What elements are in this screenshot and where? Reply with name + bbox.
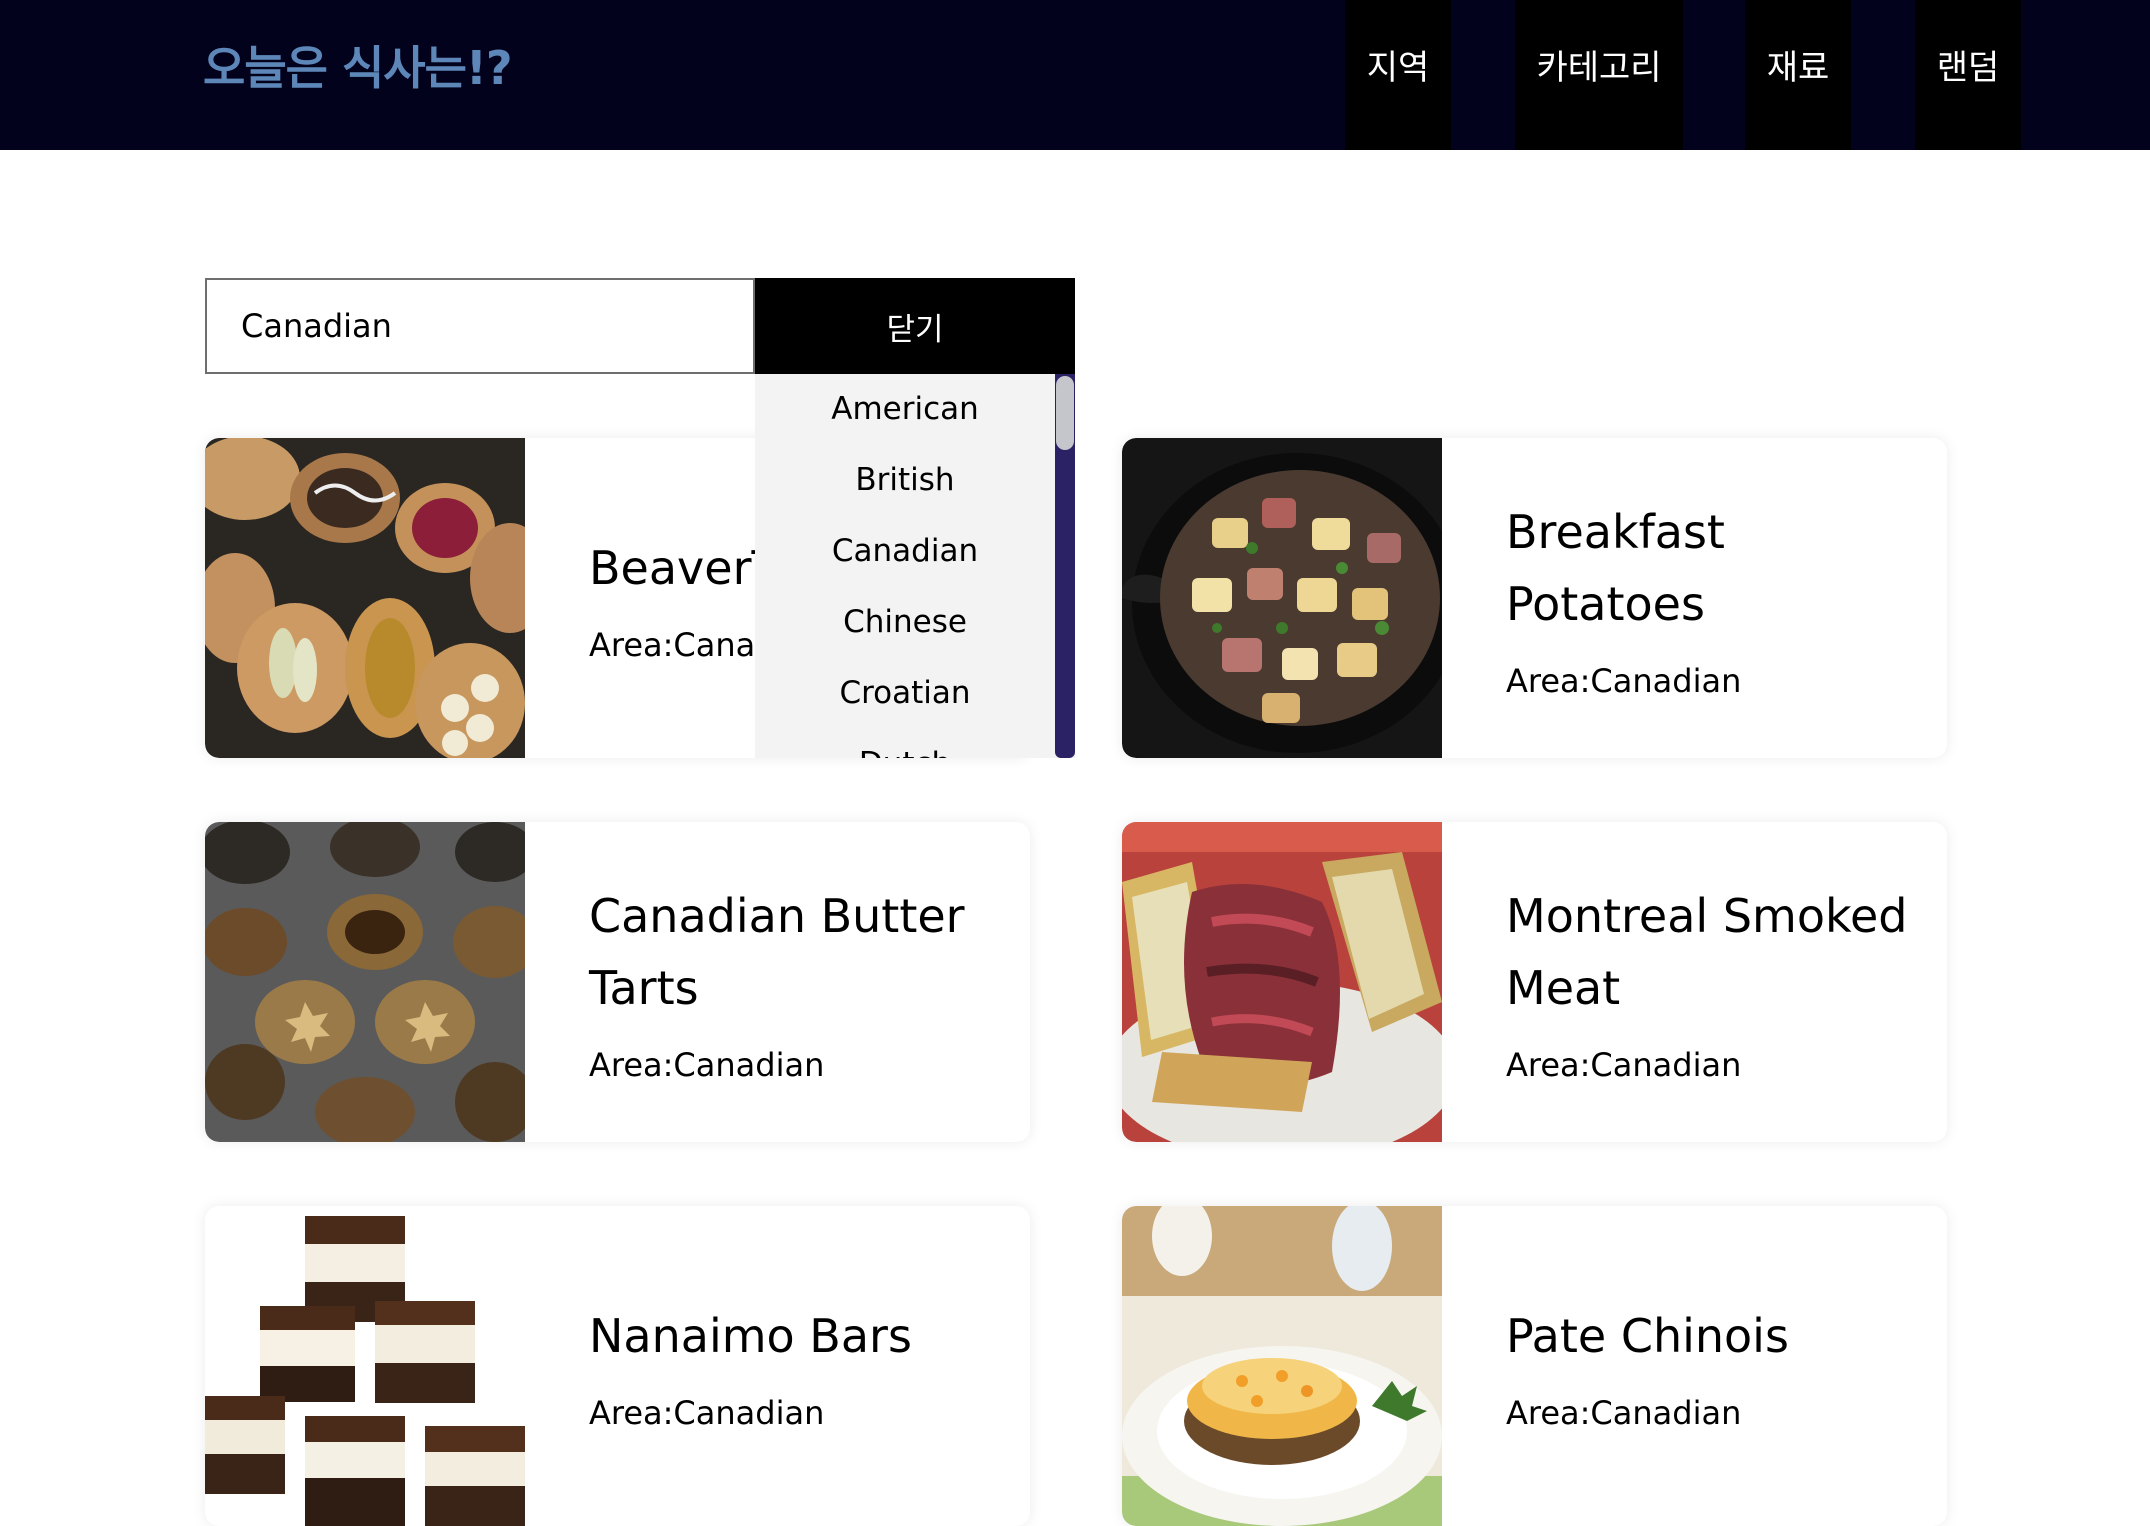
meal-card[interactable]: Breakfast Potatoes Area:Canadian (1122, 438, 1947, 758)
area-label: Area: (1506, 1394, 1591, 1432)
close-dropdown-button[interactable]: 닫기 (755, 278, 1075, 374)
dropdown-scrollbar[interactable] (1055, 374, 1075, 758)
area-dropdown: American British Canadian Chinese Croati… (755, 374, 1075, 758)
meal-card[interactable]: Pate Chinois Area:Canadian (1122, 1206, 1947, 1526)
meal-info: Pate Chinois Area:Canadian (1506, 1206, 1926, 1526)
butter-tarts-photo (205, 822, 525, 1142)
area-option[interactable]: British (755, 445, 1055, 516)
area-label: Area: (589, 626, 674, 664)
nav-item-category[interactable]: 카테고리 (1515, 0, 1683, 150)
meal-area: Area:Canadian (1506, 662, 1926, 700)
meal-area: Area:Canadian (1506, 1394, 1926, 1432)
area-option[interactable]: Croatian (755, 658, 1055, 729)
area-option[interactable]: Chinese (755, 587, 1055, 658)
meal-title[interactable]: Canadian Butter Tarts (589, 880, 1009, 1024)
area-value: Canadian (1590, 662, 1742, 700)
area-label: Area: (589, 1394, 674, 1432)
meal-title[interactable]: Breakfast Potatoes (1506, 496, 1926, 640)
scrollbar-thumb[interactable] (1056, 376, 1074, 450)
area-option[interactable]: American (755, 374, 1055, 445)
meal-title[interactable]: Pate Chinois (1506, 1300, 1926, 1372)
nanaimo-bars-photo (205, 1206, 525, 1526)
meal-thumbnail (205, 438, 525, 758)
top-nav-bar: 오늘은 식사는!? 지역 카테고리 재료 랜덤 (0, 0, 2150, 150)
meal-title[interactable]: Montreal Smoked Meat (1506, 880, 1926, 1024)
meal-info: Nanaimo Bars Area:Canadian (589, 1206, 1009, 1526)
meal-title[interactable]: Nanaimo Bars (589, 1300, 1009, 1372)
area-value: Canadian (1590, 1394, 1742, 1432)
area-label: Area: (1506, 1046, 1591, 1084)
site-logo[interactable]: 오늘은 식사는!? (203, 36, 513, 100)
pate-chinois-photo (1122, 1206, 1442, 1526)
area-option-list: American British Canadian Chinese Croati… (755, 374, 1055, 758)
meal-thumbnail (1122, 1206, 1442, 1526)
meal-thumbnail (1122, 822, 1442, 1142)
area-search-input[interactable] (205, 278, 755, 374)
area-value: Canadian (1590, 1046, 1742, 1084)
area-value: Canadian (673, 1394, 825, 1432)
meal-info: Canadian Butter Tarts Area:Canadian (589, 822, 1009, 1142)
smoked-meat-photo (1122, 822, 1442, 1142)
meal-info: Breakfast Potatoes Area:Canadian (1506, 438, 1926, 758)
area-option[interactable]: Canadian (755, 516, 1055, 587)
nav-item-ingredient[interactable]: 재료 (1745, 0, 1851, 150)
nav-item-random[interactable]: 랜덤 (1915, 0, 2021, 150)
beavertails-photo (205, 438, 525, 758)
meal-area: Area:Canadian (589, 1394, 1009, 1432)
area-label: Area: (1506, 662, 1591, 700)
meal-card[interactable]: Canadian Butter Tarts Area:Canadian (205, 822, 1030, 1142)
area-value: Canadian (673, 1046, 825, 1084)
meal-thumbnail (205, 1206, 525, 1526)
meal-thumbnail (1122, 438, 1442, 758)
meal-thumbnail (205, 822, 525, 1142)
meal-card[interactable]: Nanaimo Bars Area:Canadian (205, 1206, 1030, 1526)
meal-area: Area:Canadian (1506, 1046, 1926, 1084)
meal-info: Montreal Smoked Meat Area:Canadian (1506, 822, 1926, 1142)
breakfast-potatoes-photo (1122, 438, 1442, 758)
area-label: Area: (589, 1046, 674, 1084)
area-option[interactable]: Dutch (755, 729, 1055, 758)
nav-item-area[interactable]: 지역 (1345, 0, 1451, 150)
meal-area: Area:Canadian (589, 1046, 1009, 1084)
meal-card[interactable]: Montreal Smoked Meat Area:Canadian (1122, 822, 1947, 1142)
